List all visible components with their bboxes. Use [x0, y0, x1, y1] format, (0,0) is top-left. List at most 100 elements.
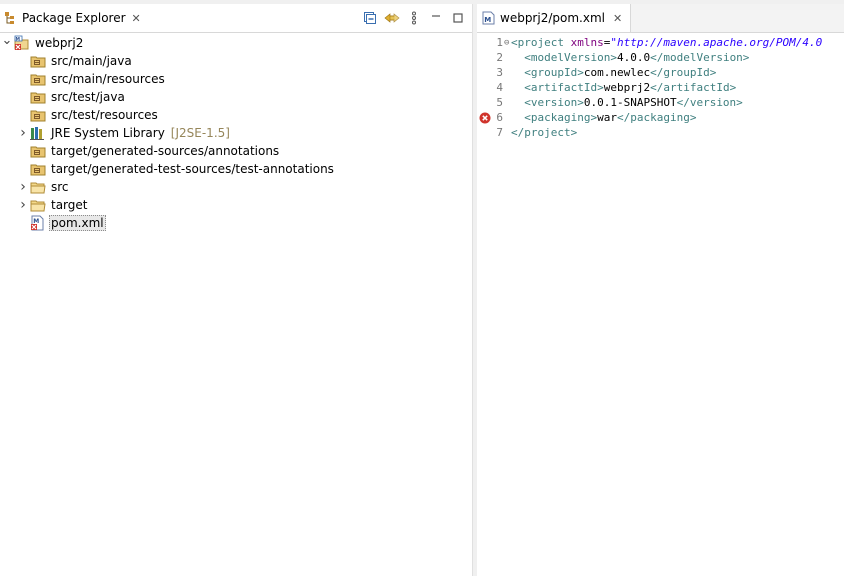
- code-text: <modelVersion>4.0.0</modelVersion>: [507, 51, 749, 64]
- code-token: <packaging>: [524, 111, 598, 124]
- editor-tab-pom[interactable]: M webprj2/pom.xml ✕: [477, 4, 632, 32]
- library-icon: [30, 125, 46, 141]
- code-token: 0.0.1-SNAPSHOT: [583, 96, 677, 109]
- code-text: <artifactId>webprj2</artifactId>: [507, 81, 736, 94]
- source-folder-icon: [30, 53, 46, 69]
- code-text: <project xmlns="http://maven.apache.org/…: [507, 36, 822, 49]
- source-folder-icon: [30, 143, 46, 159]
- code-token: </packaging>: [616, 111, 697, 124]
- project-tree: ⌄ Mwebprj2 src/main/java src/main/resources…: [0, 33, 472, 232]
- code-token: <groupId>: [524, 66, 584, 79]
- tree-item[interactable]: Mpom.xml: [0, 214, 472, 232]
- tree-item-label: target/generated-sources/annotations: [51, 144, 280, 158]
- code-token: </groupId>: [650, 66, 717, 79]
- code-line[interactable]: 1 <project xmlns="http://maven.apache.org…: [477, 35, 844, 50]
- code-token: webprj2: [603, 81, 651, 94]
- code-line[interactable]: 4 <artifactId>webprj2</artifactId>: [477, 80, 844, 95]
- collapse-all-icon[interactable]: [362, 10, 378, 26]
- code-token: </modelVersion>: [650, 51, 750, 64]
- editor-tab-bar: M webprj2/pom.xml ✕: [477, 4, 844, 33]
- tree-item-label: src/main/java: [51, 54, 132, 68]
- code-text: </project>: [507, 126, 577, 139]
- tree-item-label: target/generated-test-sources/test-annot…: [51, 162, 334, 176]
- line-number: 3: [496, 66, 503, 79]
- code-token: <version>: [524, 96, 584, 109]
- chevron-right-icon[interactable]: ›: [16, 197, 30, 213]
- fold-collapse-icon[interactable]: ⊖: [504, 38, 509, 48]
- line-number: 7: [496, 126, 503, 139]
- tree-item[interactable]: › JRE System Library [J2SE-1.5]: [0, 124, 472, 142]
- tree-item-label: src/test/resources: [51, 108, 158, 122]
- code-token: <modelVersion>: [524, 51, 617, 64]
- editor-tab-title: webprj2/pom.xml: [500, 11, 605, 25]
- tree-item-label: src: [51, 180, 69, 194]
- error-marker-icon[interactable]: [479, 112, 491, 124]
- tree-item-label: src/test/java: [51, 90, 125, 104]
- source-folder-icon: [30, 89, 46, 105]
- tree-item[interactable]: src/test/java: [0, 88, 472, 106]
- code-line[interactable]: 2 <modelVersion>4.0.0</modelVersion>: [477, 50, 844, 65]
- explorer-toolbar: [362, 4, 466, 32]
- code-token: </artifactId>: [650, 81, 737, 94]
- line-number: 1: [496, 36, 503, 49]
- folder-icon: [30, 179, 46, 195]
- code-token: 4.0.0: [616, 51, 651, 64]
- line-number: 2: [496, 51, 503, 64]
- tree-item[interactable]: src/test/resources: [0, 106, 472, 124]
- package-explorer-view: Package Explorer ✕ ⌄ M webprj2 src/main/…: [0, 4, 472, 576]
- close-icon[interactable]: ✕: [132, 13, 141, 24]
- tree-item-label: webprj2: [35, 36, 84, 50]
- code-token: <project: [511, 36, 571, 49]
- code-line[interactable]: 5 <version>0.0.1-SNAPSHOT</version>: [477, 95, 844, 110]
- code-token: <artifactId>: [524, 81, 604, 94]
- code-token: "http://maven.apache.org/POM/4.0: [610, 36, 823, 49]
- source-folder-icon: [30, 71, 46, 87]
- tree-item[interactable]: ⌄ Mwebprj2: [0, 33, 472, 52]
- package-explorer-tab[interactable]: Package Explorer ✕: [0, 4, 145, 32]
- view-menu-icon[interactable]: [406, 10, 422, 26]
- tree-item[interactable]: target/generated-test-sources/test-annot…: [0, 160, 472, 178]
- folder-icon: [30, 197, 46, 213]
- tree-item-label: JRE System Library: [51, 126, 165, 140]
- tree-item[interactable]: src/main/resources: [0, 70, 472, 88]
- code-line[interactable]: 6 <packaging>war</packaging>: [477, 110, 844, 125]
- link-with-editor-icon[interactable]: [384, 10, 400, 26]
- tree-item[interactable]: target/generated-sources/annotations: [0, 142, 472, 160]
- code-text: <packaging>war</packaging>: [507, 111, 696, 124]
- chevron-down-icon[interactable]: ⌄: [0, 33, 14, 48]
- tree-item[interactable]: src/main/java: [0, 52, 472, 70]
- code-area[interactable]: 1 <project xmlns="http://maven.apache.org…: [477, 35, 844, 140]
- code-line[interactable]: 7 </project>: [477, 125, 844, 140]
- svg-text:M: M: [16, 36, 21, 42]
- package-explorer-header: Package Explorer ✕: [0, 4, 472, 33]
- tree-item[interactable]: › target: [0, 196, 472, 214]
- tree-item[interactable]: › src: [0, 178, 472, 196]
- xml-file-icon: M: [482, 11, 495, 25]
- xml-editor-view: M webprj2/pom.xml ✕ 1 <project xmlns="htt…: [477, 4, 844, 576]
- code-token: </version>: [676, 96, 743, 109]
- chevron-right-icon[interactable]: ›: [16, 125, 30, 141]
- svg-text:M: M: [484, 16, 491, 24]
- code-token: com.newlec: [583, 66, 651, 79]
- line-number: 4: [496, 81, 503, 94]
- code-token: </project>: [511, 126, 578, 139]
- maven-project-icon: M: [14, 35, 30, 51]
- xml-file-icon: M: [30, 215, 46, 231]
- package-explorer-icon: [4, 11, 18, 25]
- maximize-icon[interactable]: [450, 10, 466, 26]
- tree-item-decoration: [J2SE-1.5]: [170, 126, 230, 140]
- close-icon[interactable]: ✕: [613, 13, 622, 24]
- line-number: 5: [496, 96, 503, 109]
- source-folder-icon: [30, 107, 46, 123]
- code-text: <version>0.0.1-SNAPSHOT</version>: [507, 96, 743, 109]
- code-text: <groupId>com.newlec</groupId>: [507, 66, 716, 79]
- line-number: 6: [477, 111, 507, 124]
- svg-text:M: M: [33, 218, 39, 225]
- chevron-right-icon[interactable]: ›: [16, 179, 30, 195]
- minimize-icon[interactable]: [428, 10, 444, 26]
- code-line[interactable]: 3 <groupId>com.newlec</groupId>: [477, 65, 844, 80]
